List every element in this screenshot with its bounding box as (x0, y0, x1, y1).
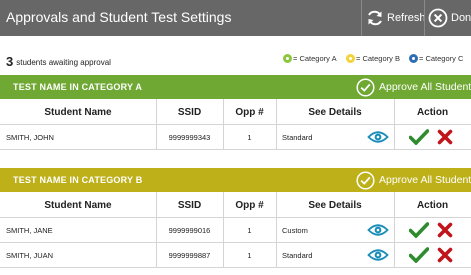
column-header-ssid: SSID (177, 106, 202, 118)
title-bar: Approvals and Student Test Settings Refr… (0, 0, 471, 36)
category-c-swatch (409, 54, 418, 63)
section-header: TEST NAME IN CATEGORY B Approve All Stud… (0, 168, 471, 192)
column-divider (276, 99, 277, 149)
column-divider (223, 99, 224, 149)
column-header-ssid: SSID (177, 199, 202, 211)
eye-icon (367, 131, 389, 143)
column-divider (156, 192, 157, 268)
close-circle-icon (428, 8, 448, 28)
deny-student-button[interactable] (434, 125, 456, 149)
column-header-action: Action (416, 106, 449, 118)
column-header-see-details: See Details (308, 199, 362, 211)
approve-student-button[interactable] (408, 218, 430, 242)
legend-label: = Category C (419, 54, 464, 63)
approve-all-button[interactable]: Approve All Students (356, 77, 471, 97)
view-details-button[interactable] (366, 218, 390, 242)
student-ssid: 9999999887 (168, 250, 211, 260)
column-header-row: Student Name SSID Opp # See Details Acti… (0, 99, 471, 125)
approve-student-button[interactable] (408, 243, 430, 267)
column-divider (156, 99, 157, 149)
check-circle-icon (356, 77, 375, 97)
check-circle-icon (356, 170, 375, 190)
column-header-opp: Opp # (235, 199, 264, 211)
row-divider (0, 149, 471, 150)
student-ssid: 9999999343 (168, 132, 211, 142)
legend-label: = Category A (293, 54, 337, 63)
column-header-see-details: See Details (308, 106, 362, 118)
category-b-swatch (346, 54, 355, 63)
table-row: SMITH, JANE 9999999016 1 Custom (0, 218, 471, 242)
test-name: TEST NAME IN CATEGORY B (13, 175, 143, 185)
approval-summary: 3 students awaiting approval (6, 54, 111, 69)
section-header: TEST NAME IN CATEGORY A Approve All Stud… (0, 75, 471, 99)
awaiting-count: 3 (6, 54, 14, 69)
column-header-row: Student Name SSID Opp # See Details Acti… (0, 192, 471, 218)
refresh-label: Refresh (387, 12, 426, 24)
column-divider (223, 192, 224, 268)
checkmark-icon (409, 247, 429, 263)
toolbar-divider (424, 0, 425, 36)
table-row: SMITH, JOHN 9999999343 1 Standard (0, 125, 471, 149)
eye-icon (367, 249, 389, 261)
settings-type: Standard (282, 250, 313, 260)
approve-student-button[interactable] (408, 125, 430, 149)
approvals-panel: 3 students awaiting approval = Category A… (0, 36, 471, 275)
checkmark-icon (409, 129, 429, 145)
test-section-category-a: TEST NAME IN CATEGORY A Approve All Stud… (0, 75, 471, 154)
column-divider (276, 192, 277, 268)
approve-all-label: Approve All Students (379, 174, 471, 186)
view-details-button[interactable] (366, 125, 390, 149)
student-name: SMITH, JANE (6, 225, 53, 235)
legend-item-category-c: = Category C (409, 54, 463, 63)
column-header-student-name: Student Name (44, 199, 112, 211)
window-title: Approvals and Student Test Settings (6, 9, 232, 25)
row-divider (0, 267, 471, 268)
test-section-category-b: TEST NAME IN CATEGORY B Approve All Stud… (0, 168, 471, 275)
deny-student-button[interactable] (434, 243, 456, 267)
settings-type: Custom (282, 225, 308, 235)
legend-item-category-b: = Category B (346, 54, 400, 63)
x-icon (437, 247, 453, 263)
student-name: SMITH, JUAN (6, 250, 54, 260)
student-ssid: 9999999016 (168, 225, 211, 235)
x-icon (437, 129, 453, 145)
toolbar-divider (361, 0, 362, 36)
column-divider (394, 99, 395, 149)
legend-label: = Category B (356, 54, 400, 63)
column-header-action: Action (416, 199, 449, 211)
column-divider (394, 192, 395, 268)
deny-student-button[interactable] (434, 218, 456, 242)
view-details-button[interactable] (366, 243, 390, 267)
done-label: Done (451, 12, 471, 24)
approve-all-button[interactable]: Approve All Students (356, 170, 471, 190)
opportunity-number: 1 (247, 132, 252, 142)
test-name: TEST NAME IN CATEGORY A (13, 82, 143, 92)
awaiting-text: students awaiting approval (16, 58, 111, 67)
table-row: SMITH, JUAN 9999999887 1 Standard (0, 243, 471, 267)
refresh-button[interactable]: Refresh (366, 0, 426, 36)
column-header-opp: Opp # (235, 106, 264, 118)
eye-icon (367, 224, 389, 236)
legend-item-category-a: = Category A (283, 54, 337, 63)
refresh-icon (368, 10, 382, 26)
category-a-swatch (283, 54, 292, 63)
opportunity-number: 1 (247, 250, 252, 260)
column-header-student-name: Student Name (44, 106, 112, 118)
checkmark-icon (409, 222, 429, 238)
approve-all-label: Approve All Students (379, 81, 471, 93)
opportunity-number: 1 (247, 225, 252, 235)
settings-type: Standard (282, 132, 313, 142)
student-name: SMITH, JOHN (6, 132, 54, 142)
x-icon (437, 222, 453, 238)
done-button[interactable]: Done (428, 0, 471, 36)
